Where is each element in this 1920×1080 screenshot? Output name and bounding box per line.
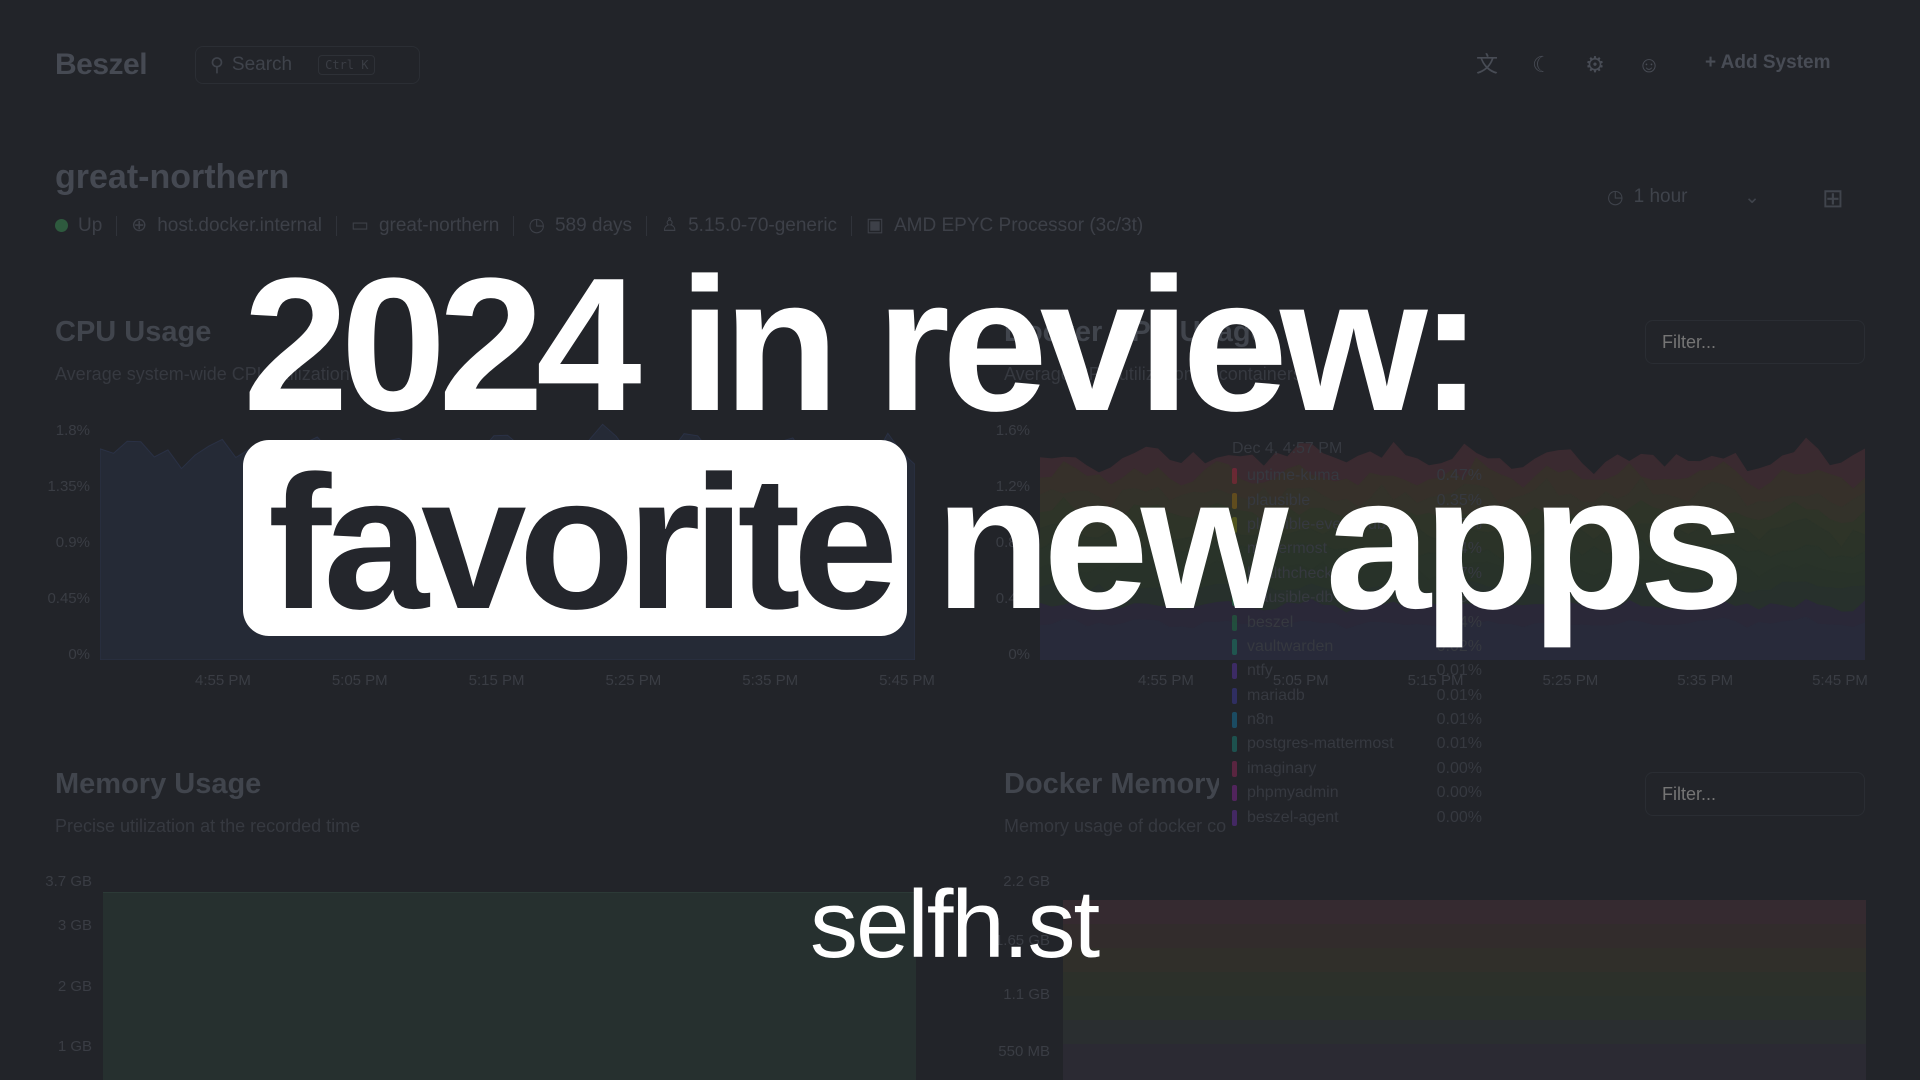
series-name: imaginary: [1247, 759, 1317, 777]
headline-highlight: favorite: [268, 437, 898, 649]
cpu-y-axis: 1.8% 1.35% 0.9% 0.45% 0%: [30, 422, 90, 663]
x-tick: 5:25 PM: [1542, 672, 1599, 689]
series-name: phpmyadmin: [1247, 784, 1339, 802]
cpu-model: AMD EPYC Processor (3c/3t): [894, 214, 1144, 236]
memory-card-subtitle: Precise utilization at the recorded time: [55, 816, 361, 836]
y-tick: 1.1 GB: [1003, 986, 1050, 1003]
add-system-button[interactable]: + Add System: [1705, 52, 1830, 74]
uptime: 589 days: [554, 214, 633, 236]
app-logo[interactable]: Beszel: [55, 48, 148, 82]
series-value: 0.01%: [1436, 686, 1482, 704]
y-tick: 2 GB: [57, 978, 92, 995]
y-tick: 550 MB: [998, 1043, 1050, 1060]
y-tick: 1 GB: [57, 1038, 92, 1055]
cpu-icon: ▣: [866, 215, 884, 236]
system-meta: Up ⊕ host.docker.internal ▭ great-northern…: [55, 214, 1143, 237]
time-range-value: 1 hour: [1633, 186, 1688, 207]
search-icon: ⚲: [210, 54, 224, 76]
series-swatch: [1232, 809, 1237, 826]
series-name: beszel-agent: [1247, 808, 1339, 826]
tooltip-row: phpmyadmin 0.00%: [1232, 781, 1482, 805]
memory-card-title: Memory Usage: [55, 768, 262, 800]
x-tick: 5:25 PM: [605, 672, 662, 689]
kernel: 5.15.0-70-generic: [688, 214, 838, 236]
hostname: great-northern: [378, 214, 500, 236]
headline-line-1: 2024 in review:: [243, 239, 1483, 451]
series-swatch: [1232, 785, 1237, 802]
series-swatch: [1232, 687, 1237, 704]
tooltip-row: imaginary 0.00%: [1232, 757, 1482, 781]
host-address: host.docker.internal: [157, 214, 322, 236]
series-value: 0.01%: [1436, 735, 1482, 753]
docker-memory-subtitle: Memory usage of docker containers: [1004, 816, 1226, 836]
search-button[interactable]: ⚲ Search Ctrl K: [195, 46, 420, 84]
tooltip-row: n8n 0.01%: [1232, 708, 1482, 732]
system-name: great-northern: [55, 158, 290, 196]
tooltip-row: postgres-mattermost 0.01%: [1232, 732, 1482, 756]
search-shortcut: Ctrl K: [318, 55, 376, 75]
search-placeholder: Search: [231, 54, 293, 75]
cpu-card-title: CPU Usage: [55, 316, 212, 348]
series-value: 0.00%: [1436, 784, 1482, 802]
series-swatch: [1232, 760, 1237, 777]
headline-line-2: new apps: [935, 437, 1745, 649]
chevron-down-icon: ⌄: [1744, 186, 1760, 208]
series-swatch: [1232, 712, 1237, 729]
gear-icon[interactable]: ⚙: [1580, 50, 1610, 80]
series-value: 0.01%: [1436, 662, 1482, 680]
translate-icon[interactable]: 文: [1472, 50, 1502, 80]
linux-icon: ♙: [661, 215, 679, 236]
series-name: n8n: [1247, 711, 1274, 729]
series-value: 0.00%: [1436, 808, 1482, 826]
cpu-x-axis: 4:55 PM 5:05 PM 5:15 PM 5:25 PM 5:35 PM …: [195, 672, 935, 689]
user-icon[interactable]: ☺: [1634, 50, 1664, 80]
x-tick: 5:35 PM: [1677, 672, 1734, 689]
monitor-icon: ▭: [350, 215, 369, 236]
y-tick: 3 GB: [57, 917, 92, 934]
x-tick: 5:45 PM: [1812, 672, 1868, 689]
tooltip-row: ntfy 0.01%: [1232, 659, 1482, 683]
status-text: Up: [78, 214, 103, 236]
clock-icon: ◷: [528, 215, 545, 236]
docker-memory-series-area: [1063, 1044, 1866, 1080]
status-dot-icon: [55, 219, 68, 232]
x-tick: 5:45 PM: [879, 672, 935, 689]
theme-moon-icon[interactable]: ☾: [1527, 50, 1557, 80]
series-value: 0.01%: [1436, 711, 1482, 729]
series-swatch: [1232, 736, 1237, 753]
x-tick: 5:05 PM: [331, 672, 388, 689]
x-tick: 5:15 PM: [468, 672, 525, 689]
series-name: postgres-mattermost: [1247, 735, 1394, 753]
tooltip-row: mariadb 0.01%: [1232, 684, 1482, 708]
y-tick: 0.45%: [47, 590, 90, 607]
series-name: ntfy: [1247, 662, 1273, 680]
docker-memory-chart: [1063, 900, 1866, 1080]
y-tick: 1.35%: [47, 478, 90, 495]
series-value: 0.00%: [1436, 759, 1482, 777]
x-tick: 4:55 PM: [1138, 672, 1194, 689]
globe-icon: ⊕: [131, 215, 148, 236]
memory-chart: [103, 892, 916, 1080]
x-tick: 5:35 PM: [742, 672, 799, 689]
y-tick: 0%: [68, 646, 90, 663]
layout-grid-icon[interactable]: ⊞: [1822, 183, 1844, 214]
y-tick: 1.8%: [55, 422, 90, 439]
series-name: mariadb: [1247, 686, 1305, 704]
selfhst-logo: selfh.st: [810, 871, 1100, 978]
history-icon: ◷: [1607, 186, 1624, 208]
y-tick: 3.7 GB: [45, 873, 92, 890]
time-range-select[interactable]: ◷ 1 hour ⌄: [1595, 178, 1770, 216]
docker-memory-title: Docker Memory Usage: [1004, 768, 1219, 800]
series-swatch: [1232, 663, 1237, 680]
tooltip-row: beszel-agent 0.00%: [1232, 805, 1482, 829]
docker-memory-filter-input[interactable]: [1645, 772, 1865, 816]
y-tick: 0.9%: [55, 534, 90, 551]
docker-cpu-filter-input[interactable]: [1645, 320, 1865, 364]
x-tick: 4:55 PM: [195, 672, 251, 689]
